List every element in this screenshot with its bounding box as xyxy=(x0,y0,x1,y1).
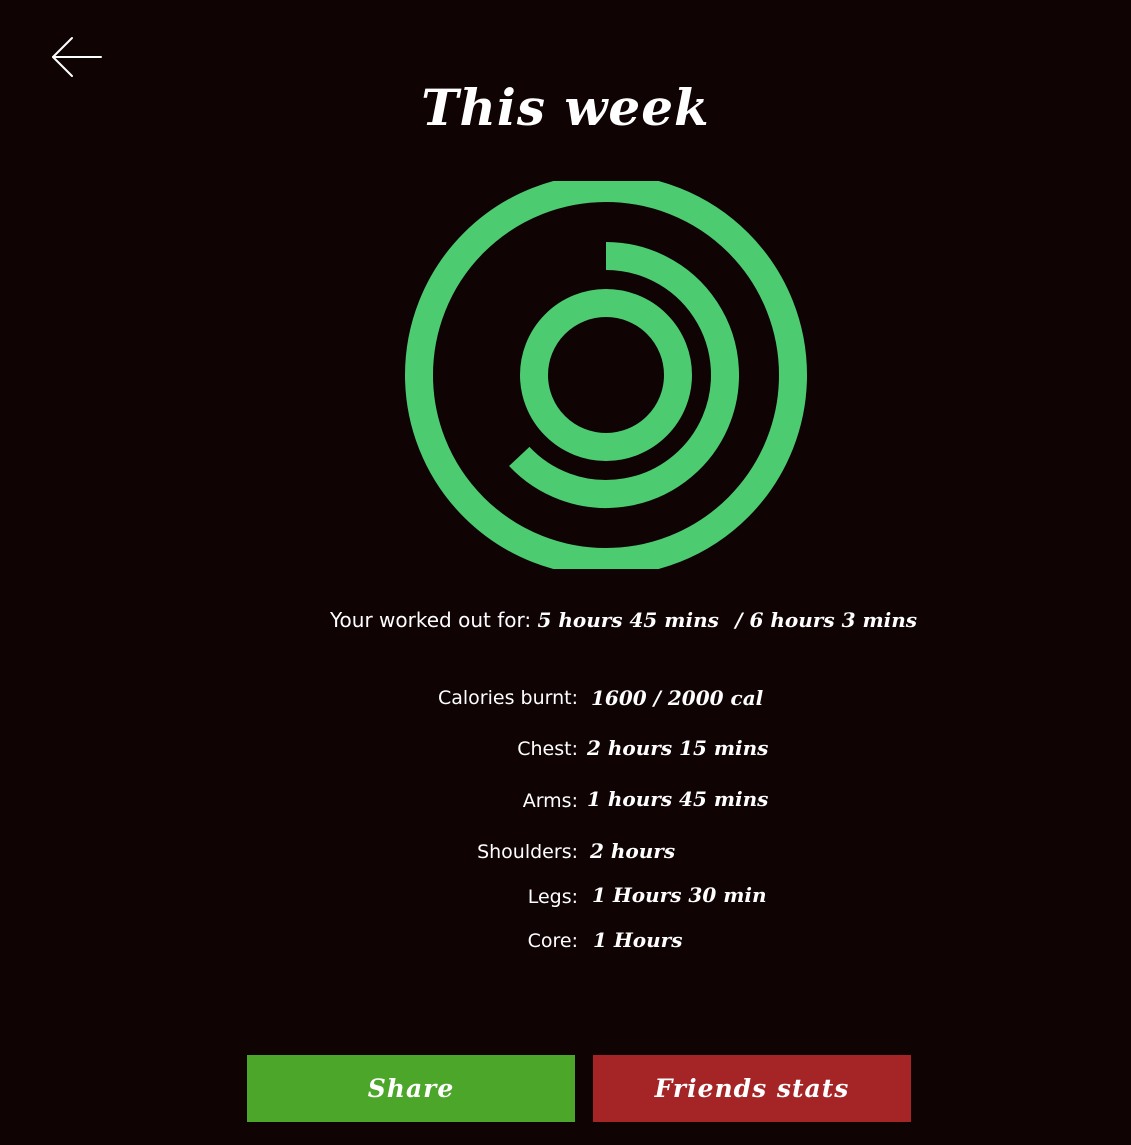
activity-rings xyxy=(405,181,807,569)
workout-summary: Your worked out for: 5 hours 45 mins / 6… xyxy=(330,607,917,633)
arrow-left-icon xyxy=(52,37,102,77)
shoulders-value: 2 hours xyxy=(590,839,676,863)
core-label: Core: xyxy=(527,930,578,952)
back-button[interactable] xyxy=(48,34,106,80)
inner-ring xyxy=(520,289,692,461)
calories-value: 1600 / 2000 cal xyxy=(591,686,764,710)
calories-label: Calories burnt: xyxy=(437,687,578,709)
legs-label: Legs: xyxy=(527,886,578,908)
workout-summary-label: Your worked out for: xyxy=(330,608,532,632)
friends-stats-button[interactable]: Friends stats xyxy=(593,1055,911,1122)
page-title: This week xyxy=(421,78,710,137)
chest-value: 2 hours 15 mins xyxy=(587,736,769,760)
share-button[interactable]: Share xyxy=(247,1055,575,1122)
workout-summary-goal: / 6 hours 3 mins xyxy=(735,608,918,632)
shoulders-label: Shoulders: xyxy=(477,841,578,863)
workout-summary-value: 5 hours 45 mins xyxy=(537,608,719,632)
core-value: 1 Hours xyxy=(593,928,683,952)
chest-label: Chest: xyxy=(517,738,578,760)
arms-value: 1 hours 45 mins xyxy=(587,787,769,811)
legs-value: 1 Hours 30 min xyxy=(592,883,767,907)
arms-label: Arms: xyxy=(522,790,578,812)
